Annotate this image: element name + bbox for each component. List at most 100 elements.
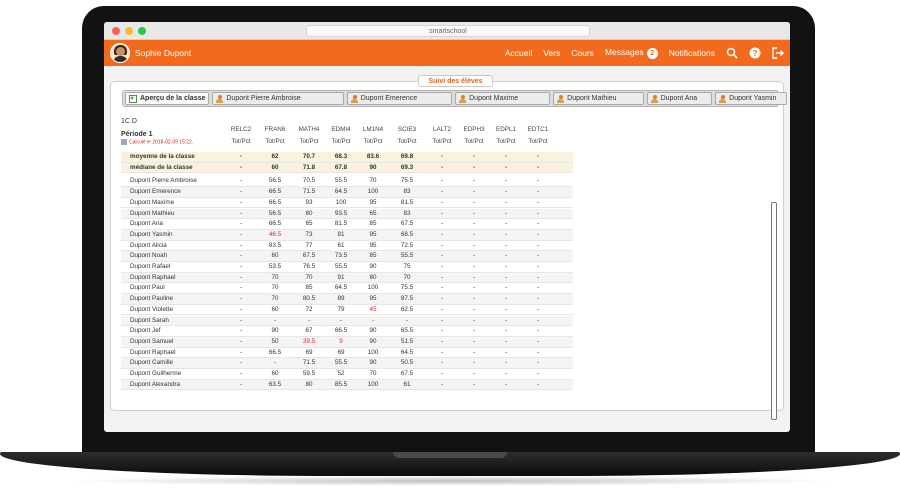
student-name[interactable]: Dupont Raphael: [121, 348, 231, 359]
table-row[interactable]: Dupont Emerence -66.5 71.5 64.5 100 83- - - -: [121, 187, 573, 198]
score-cell: -: [504, 163, 508, 171]
column-header-code[interactable]: EDPH3: [456, 126, 492, 133]
table-row[interactable]: Dupont Samuel -50 39.5 9 90 51.5- - - -: [121, 336, 573, 348]
nav-link-notifications[interactable]: Notifications: [669, 48, 715, 58]
table-row[interactable]: Dupont Raphael -66.5 69 69 100 64.5- - - -: [121, 348, 573, 359]
table-row[interactable]: Dupont Raphael -70 70 91 80 70- - - -: [121, 272, 573, 284]
table-row[interactable]: Dupont Noah -60 67.5 73.5 85 55.5- - - -: [121, 251, 573, 262]
score-cell: -: [504, 230, 508, 238]
student-name[interactable]: Dupont Sarah: [121, 316, 231, 327]
maximize-window-button[interactable]: [138, 27, 146, 35]
student-name[interactable]: Dupont Alexandra: [121, 380, 231, 391]
tab-student[interactable]: Dupont Maxime: [455, 92, 551, 105]
address-bar[interactable]: smartschool: [306, 25, 590, 37]
table-row[interactable]: Dupont Sarah - - - - - - - - - -: [121, 315, 573, 327]
student-name[interactable]: Dupont Guilherme: [121, 369, 231, 380]
table-row[interactable]: Dupont Yasmin -46.5 73 81 95 68.5- - - -: [121, 229, 573, 241]
avatar[interactable]: [110, 43, 130, 63]
student-name[interactable]: Dupont Pauline: [121, 294, 231, 305]
column-header-code[interactable]: LALT2: [424, 126, 460, 133]
score-cell: -: [536, 252, 540, 260]
search-icon[interactable]: [726, 47, 738, 59]
minimize-window-button[interactable]: [125, 27, 133, 35]
column-header-code[interactable]: RELC2: [223, 126, 259, 133]
score-cell: 60: [271, 252, 279, 260]
score-cell: 71.5: [302, 188, 316, 196]
score-cell: 93: [305, 198, 313, 206]
column-header-code[interactable]: EDMI4: [323, 126, 359, 133]
logout-icon[interactable]: [772, 47, 784, 59]
student-tracking-button[interactable]: Suivi des élèves: [418, 75, 493, 87]
tab-label: Dupont Emerence: [360, 94, 418, 102]
student-name[interactable]: Dupont Emerence: [121, 187, 231, 198]
score-cell: -: [536, 163, 540, 171]
nav-link-accueil[interactable]: Accueil: [505, 48, 532, 58]
column-header-code[interactable]: SCIE3: [389, 126, 425, 133]
help-icon[interactable]: ?: [749, 47, 761, 59]
column-header-unit: Tot/Pct: [299, 138, 319, 145]
close-window-button[interactable]: [112, 27, 120, 35]
tab-student[interactable]: Dupont Pierre Ambroise: [212, 92, 344, 105]
score-cell: 55.5: [334, 359, 348, 367]
score-cell: -: [472, 305, 476, 313]
table-row[interactable]: Dupont Alicia -83.5 77 61 95 72.5- - - -: [121, 241, 573, 252]
student-name[interactable]: Dupont Camille: [121, 358, 231, 369]
table-row[interactable]: Dupont Alexandra -63.5 80 85.5 100 61- - - -: [121, 379, 573, 391]
tab-student[interactable]: Dupont Yasmin: [715, 92, 788, 105]
table-row[interactable]: Dupont Camille - -71.5 55.5 90 50.5- - - -: [121, 358, 573, 369]
vertical-scrollbar[interactable]: [771, 202, 777, 420]
column-header-code[interactable]: FRAN6: [257, 126, 293, 133]
score-cell: 100: [367, 348, 379, 356]
student-icon: [557, 94, 565, 103]
score-cell: -: [536, 230, 540, 238]
student-name[interactable]: Dupont Jef: [121, 326, 231, 337]
table-row[interactable]: Dupont Mathieu -56.5 80 93.5 65 83- - - -: [121, 208, 573, 220]
student-name[interactable]: Dupont Samuel: [121, 337, 231, 348]
score-cell: 64.5: [334, 284, 348, 292]
table-row[interactable]: Dupont Rafael - 53.5 76.5 55.5 90 75 - - - -: [121, 262, 573, 273]
student-name[interactable]: Dupont Pierre Ambroise: [121, 176, 231, 187]
score-cell: -: [472, 177, 476, 185]
column-header-code[interactable]: LM1N4: [355, 126, 391, 133]
score-cell: -: [472, 209, 476, 217]
score-cell: 66.5: [268, 348, 282, 356]
calculation-note-text: Calculé le 2018-02-09 15:22.: [129, 139, 194, 146]
table-row[interactable]: Dupont Paul -70 85 64.5 100 75.5- - - -: [121, 283, 573, 295]
tab-student[interactable]: Dupont Ana: [646, 92, 713, 105]
tab-student[interactable]: Dupont Mathieu: [553, 92, 644, 105]
tab-class-overview[interactable]: Aperçu de la classe: [125, 92, 210, 105]
nav-link-cours[interactable]: Cours: [571, 48, 594, 58]
table-row[interactable]: Dupont Violette -60 72 79 45 62.5- - - -: [121, 305, 573, 316]
student-name[interactable]: Dupont Violette: [121, 305, 231, 316]
table-row[interactable]: Dupont Jef -90 67 66.5 90 65.5- - - -: [121, 326, 573, 337]
score-cell: 95: [369, 295, 377, 303]
score-cell: -: [472, 316, 476, 324]
column-header-code[interactable]: EDPL1: [488, 126, 524, 133]
student-name[interactable]: Dupont Maxime: [121, 198, 231, 209]
nav-link-messages[interactable]: Messages 2: [605, 47, 658, 59]
score-cell: -: [472, 337, 476, 345]
student-name[interactable]: Dupont Ana: [121, 219, 231, 230]
tab-student[interactable]: Dupont Emerence: [346, 92, 453, 105]
table-row[interactable]: Dupont Maxime -66.5 93 100 95 81.5- - - -: [121, 198, 573, 209]
user-name[interactable]: Sophie Dupont: [135, 48, 191, 58]
nav-link-vers[interactable]: Vers: [543, 48, 560, 58]
student-name[interactable]: Dupont Rafael: [121, 262, 231, 273]
table-row[interactable]: Dupont Guilherme - 60 59.5 52 70 67.5 - - - -: [121, 369, 573, 380]
table-row[interactable]: Dupont Ana -66.5 65 81.5 85 67.5- - - -: [121, 219, 573, 230]
student-name[interactable]: Dupont Mathieu: [121, 209, 231, 220]
student-name[interactable]: Dupont Yasmin: [121, 230, 231, 241]
score-cell: -: [440, 163, 444, 171]
table-row[interactable]: Dupont Pierre Ambroise -56.5 70.5 55.5 70 75.…: [121, 176, 573, 188]
column-header-code[interactable]: EDTC1: [520, 126, 556, 133]
column-header-code[interactable]: MATH4: [291, 126, 327, 133]
student-name[interactable]: Dupont Alicia: [121, 241, 231, 252]
score-cell: 70: [403, 273, 411, 281]
student-name[interactable]: Dupont Noah: [121, 251, 231, 262]
table-row[interactable]: Dupont Pauline -70 80.5 89 95 87.5- - - -: [121, 294, 573, 305]
student-name[interactable]: Dupont Paul: [121, 283, 231, 294]
stat-label: médiane de la classe: [130, 163, 193, 171]
score-cell: 64.5: [400, 348, 414, 356]
student-name[interactable]: Dupont Raphael: [121, 273, 231, 284]
score-cell: -: [536, 198, 540, 206]
